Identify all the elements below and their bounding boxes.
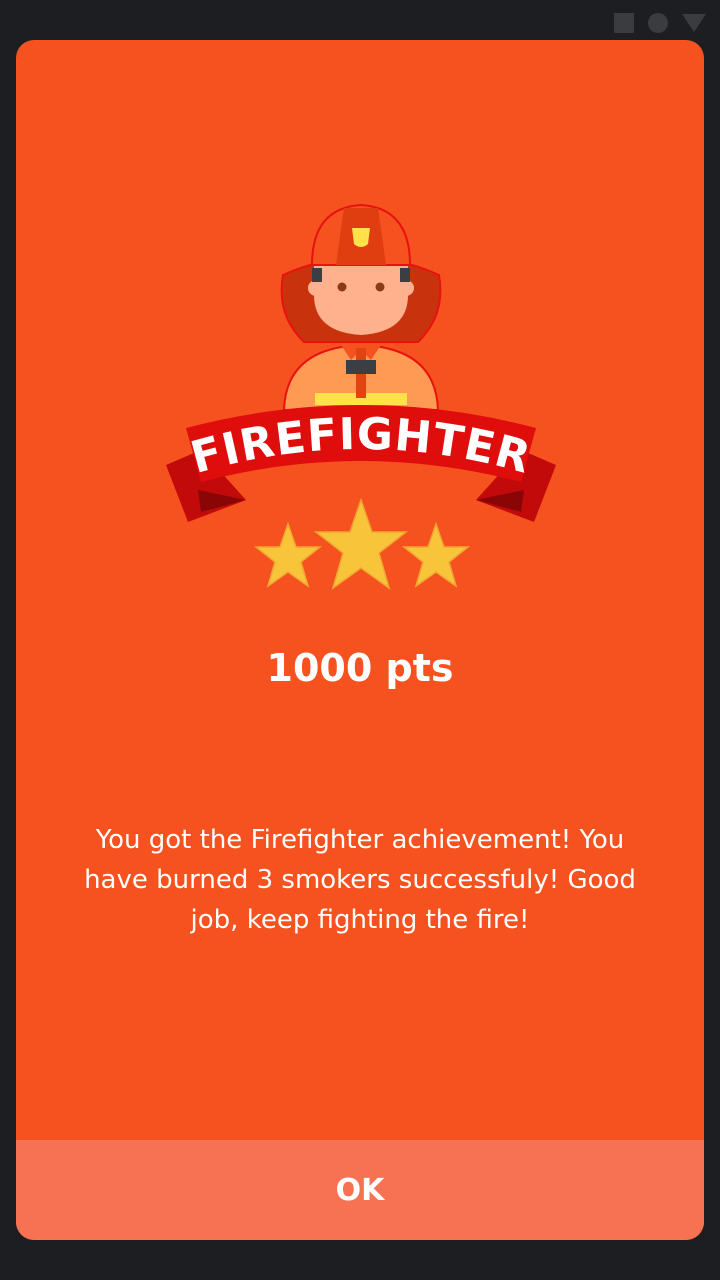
status-bar (0, 0, 720, 40)
triangle-icon (682, 14, 706, 32)
achievement-dialog: FIREFIGHTER 1000 pts You got the Firefig… (16, 40, 704, 1240)
square-icon (614, 13, 634, 33)
ok-button[interactable]: OK (16, 1140, 704, 1240)
star-icon-right (401, 521, 471, 588)
circle-icon (648, 13, 668, 33)
status-icons (614, 13, 706, 33)
star-icon-center (313, 497, 409, 590)
star-icon-left (253, 521, 323, 588)
points-label: 1000 pts (266, 646, 454, 690)
achievement-message: You got the Firefighter achievement! You… (84, 825, 636, 935)
firefighter-avatar-icon (280, 203, 442, 411)
firefighter-badge: FIREFIGHTER (166, 203, 556, 590)
